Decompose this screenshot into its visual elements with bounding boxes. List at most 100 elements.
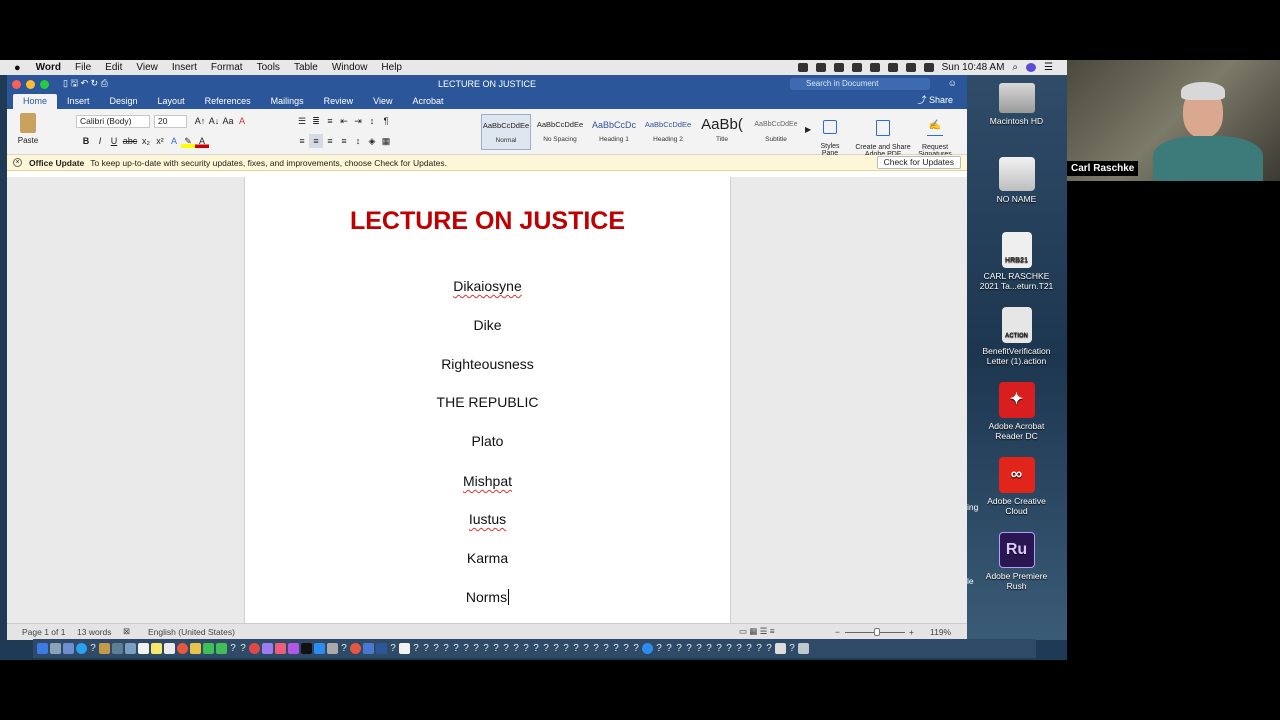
smiley-feedback-icon[interactable]: ☺ [948,78,957,88]
style-heading-1[interactable]: AaBbCcDc Heading 1 [589,114,639,150]
chrome-icon[interactable] [177,643,188,654]
calendar-icon[interactable] [138,643,149,654]
tab-layout[interactable]: Layout [148,94,195,109]
document-page[interactable]: LECTURE ON JUSTICE Dikaiosyne Dike Right… [244,177,731,623]
menu-format[interactable]: Format [204,62,250,73]
missing-app-icon[interactable]: ? [229,643,237,654]
missing-app-icon[interactable]: ? [442,643,450,654]
tab-review[interactable]: Review [314,94,364,109]
finder-icon[interactable] [37,643,48,654]
music-icon[interactable] [275,643,286,654]
missing-app-icon[interactable]: ? [562,643,570,654]
superscript-icon[interactable]: x² [153,134,167,148]
menu-insert[interactable]: Insert [165,62,204,73]
styles-pane-button[interactable]: Styles Pane [815,113,845,157]
zoom-out-icon[interactable]: − [835,627,840,637]
menu-tools[interactable]: Tools [250,62,287,73]
messages-icon[interactable] [203,643,214,654]
status-icon[interactable] [833,63,844,72]
missing-app-icon[interactable]: ? [502,643,510,654]
show-formatting-icon[interactable]: ¶ [379,114,393,128]
photos-icon[interactable] [125,643,136,654]
missing-app-icon[interactable]: ? [725,643,733,654]
tab-view[interactable]: View [363,94,402,109]
missing-app-icon[interactable]: ? [389,643,397,654]
font-size-dropdown[interactable]: 20 [154,115,187,128]
bluetooth-icon[interactable] [869,63,880,72]
missing-app-icon[interactable]: ? [602,643,610,654]
strikethrough-icon[interactable]: abc [121,134,139,148]
missing-app-icon[interactable]: ? [622,643,630,654]
battery-icon[interactable] [923,63,934,72]
missing-app-icon[interactable]: ? [422,643,430,654]
desktop-icon-tax-return[interactable]: HRB21 CARL RASCHKE 2021 Ta...eturn.T21 [966,232,1067,291]
tab-mailings[interactable]: Mailings [261,94,314,109]
missing-app-icon[interactable]: ? [492,643,500,654]
desktop-icon-macintosh-hd[interactable]: Macintosh HD [966,83,1067,126]
shading-icon[interactable]: ◈ [365,134,379,148]
menu-edit[interactable]: Edit [98,62,129,73]
view-mode-icons[interactable]: ▭ ▦ ☰ ≡ [739,626,775,637]
desktop-icon-no-name[interactable]: NO NAME [966,157,1067,204]
missing-app-icon[interactable]: ? [675,643,683,654]
desktop-icon-premiere-rush[interactable]: Ru Adobe Premiere Rush [966,532,1067,591]
style-no-spacing[interactable]: AaBbCcDdEe No Spacing [535,114,585,150]
missing-app-icon[interactable]: ? [89,643,97,654]
word-count[interactable]: 13 words [77,627,112,637]
system-preferences-icon[interactable] [63,643,74,654]
language-indicator[interactable]: English (United States) [148,627,235,637]
missing-app-icon[interactable]: ? [482,643,490,654]
sort-icon[interactable]: ↕ [365,114,379,128]
missing-app-icon[interactable]: ? [340,643,348,654]
missing-app-icon[interactable]: ? [755,643,763,654]
search-in-document-input[interactable]: Search in Document [790,78,930,90]
missing-app-icon[interactable]: ? [432,643,440,654]
create-share-pdf-button[interactable]: Create and Share Adobe PDF [853,113,913,158]
reminders-icon[interactable] [164,643,175,654]
missing-app-icon[interactable]: ? [765,643,773,654]
style-title[interactable]: AaBb( Title [697,114,747,150]
tab-home[interactable]: Home [13,94,58,109]
trash-icon[interactable] [798,643,809,654]
app-menu-word[interactable]: Word [29,62,68,73]
missing-app-icon[interactable]: ? [735,643,743,654]
align-left-icon[interactable]: ≡ [295,134,309,148]
proofing-icon[interactable]: ⊠ [123,626,130,637]
missing-app-icon[interactable]: ? [788,643,796,654]
status-icon[interactable] [797,63,808,72]
shrink-font-icon[interactable]: A↓ [207,114,221,128]
missing-app-icon[interactable]: ? [472,643,480,654]
zoom-thumb[interactable] [874,628,880,636]
italic-icon[interactable]: I [93,134,107,148]
utility-icon[interactable] [327,643,338,654]
tab-design[interactable]: Design [100,94,148,109]
zoom-level[interactable]: 119% [930,627,951,637]
pages-icon[interactable] [190,643,201,654]
status-icon[interactable] [815,63,826,72]
bold-icon[interactable]: B [79,134,93,148]
notes-icon[interactable] [99,643,110,654]
missing-app-icon[interactable]: ? [452,643,460,654]
clear-formatting-icon[interactable]: A [235,114,249,128]
styles-gallery-next-icon[interactable]: ▶ [805,125,811,134]
wifi-icon[interactable] [887,63,898,72]
notification-center-icon[interactable]: ☰ [1044,62,1053,73]
menu-help[interactable]: Help [374,62,409,73]
desktop-icon-creative-cloud[interactable]: ∞ Adobe Creative Cloud [966,457,1067,516]
tab-acrobat[interactable]: Acrobat [403,94,454,109]
request-signatures-button[interactable]: ✍ Request Signatures [913,113,957,158]
spotlight-search-icon[interactable]: ⌕ [1012,62,1018,73]
missing-app-icon[interactable]: ? [522,643,530,654]
menu-view[interactable]: View [129,62,165,73]
tab-references[interactable]: References [195,94,261,109]
font-color-icon[interactable]: A [195,134,209,148]
desktop-icon-benefit-letter[interactable]: ACTION BenefitVerification Letter (1).ac… [966,307,1067,366]
outlook-icon[interactable] [363,643,374,654]
missing-app-icon[interactable]: ? [542,643,550,654]
menu-table[interactable]: Table [287,62,325,73]
apple-menu-icon[interactable]: ● [0,62,29,74]
chrome-icon[interactable] [350,643,361,654]
numbering-icon[interactable]: ≣ [309,114,323,128]
text-effects-icon[interactable]: A [167,134,181,148]
close-notice-icon[interactable]: × [13,158,22,167]
